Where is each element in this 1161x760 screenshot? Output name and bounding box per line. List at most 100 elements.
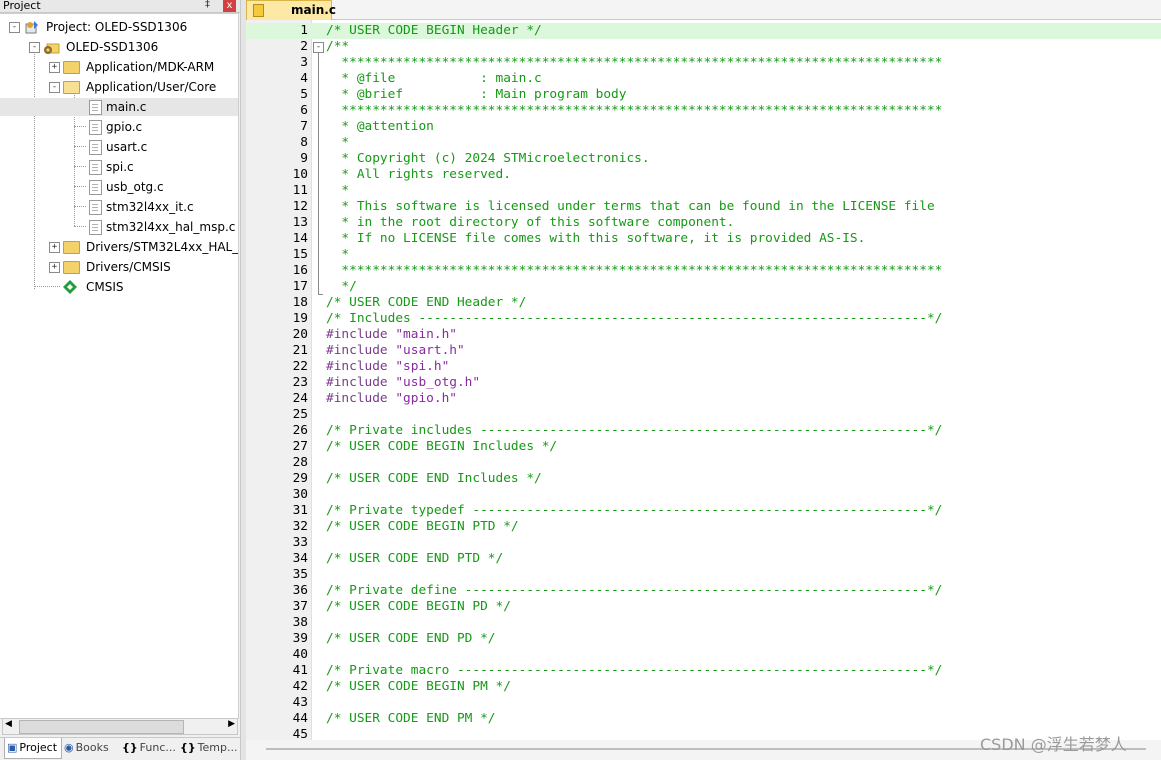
code-line: 15 * (246, 247, 1161, 263)
code-token: "usb_otg.h" (395, 375, 481, 390)
code-token: * This software is licensed under terms … (326, 199, 935, 214)
tree-item-label: CMSIS (86, 280, 124, 294)
code-token: /* USER CODE BEGIN PTD */ (326, 519, 519, 534)
project-tree-scrollbar[interactable]: ◀ ▶ (2, 718, 238, 735)
code-line: 11 * (246, 183, 1161, 199)
tab-main-c[interactable]: main.c (246, 0, 336, 20)
code-line: 44 /* USER CODE END PM */ (246, 711, 1161, 727)
close-panel-button[interactable]: x (223, 0, 236, 12)
tree-item[interactable]: - OLED-SSD1306 (0, 38, 238, 56)
tree-item[interactable]: CMSIS (0, 278, 238, 296)
line-number: 14 (292, 231, 308, 246)
code-text: * Copyright (c) 2024 STMicroelectronics. (326, 151, 649, 167)
line-number: 17 (292, 279, 308, 294)
tree-item[interactable]: stm32l4xx_hal_msp.c (0, 218, 238, 236)
tree-item[interactable]: + Application/MDK-ARM (0, 58, 238, 76)
line-number: 28 (292, 455, 308, 470)
panel-tab[interactable]: ◉ Books (62, 738, 118, 758)
pin-icon[interactable]: ‡ (205, 0, 210, 10)
code-line: 39 /* USER CODE END PD */ (246, 631, 1161, 647)
c-file-icon (89, 220, 102, 235)
template-icon: {} (180, 741, 196, 754)
code-token: /* Private define ----------------------… (326, 583, 943, 598)
tree-item-label: stm32l4xx_it.c (106, 200, 194, 214)
expand-icon[interactable]: + (49, 242, 60, 253)
code-token: * If no LICENSE file comes with this sof… (326, 231, 866, 246)
braces-icon: {} (122, 741, 138, 754)
code-text: /* USER CODE END PTD */ (326, 551, 503, 567)
tree-item[interactable]: spi.c (0, 158, 238, 176)
panel-tab-label: Project (19, 741, 58, 754)
line-number: 7 (300, 119, 308, 134)
expand-icon[interactable]: + (49, 262, 60, 273)
code-line: 12 * This software is licensed under ter… (246, 199, 1161, 215)
c-file-icon (89, 160, 102, 175)
scroll-right-icon[interactable]: ▶ (228, 719, 235, 729)
code-line: 30 (246, 487, 1161, 503)
code-text: ****************************************… (326, 263, 942, 279)
code-token: * All rights reserved. (326, 167, 511, 182)
tree-item[interactable]: gpio.c (0, 118, 238, 136)
code-token: /* USER CODE END PM */ (326, 711, 496, 726)
line-number: 4 (300, 71, 308, 86)
code-editor[interactable]: 1/* USER CODE BEGIN Header */2-/** 3 ****… (246, 20, 1161, 740)
code-text: /* Private define ----------------------… (326, 583, 942, 599)
code-text: /* USER CODE END PD */ (326, 631, 496, 647)
code-text: * @brief : Main program body (326, 87, 626, 103)
panel-tab[interactable]: {} Temp... (178, 738, 238, 758)
line-number: 16 (292, 263, 308, 278)
code-token: * (326, 247, 350, 262)
code-line: 33 (246, 535, 1161, 551)
code-token: ****************************************… (326, 55, 943, 70)
collapse-icon[interactable]: - (29, 42, 40, 53)
code-text: #include "usb_otg.h" (326, 375, 480, 391)
line-number: 35 (292, 567, 308, 582)
tree-item[interactable]: stm32l4xx_it.c (0, 198, 238, 216)
code-text: * (326, 183, 349, 199)
code-line: 4 * @file : main.c (246, 71, 1161, 87)
line-number: 38 (292, 615, 308, 630)
line-number: 40 (292, 647, 308, 662)
code-text: * (326, 135, 349, 151)
code-token: #include (326, 375, 396, 390)
scroll-left-icon[interactable]: ◀ (5, 719, 12, 729)
tree-item-label: Project: OLED-SSD1306 (46, 20, 188, 34)
collapse-icon[interactable]: - (49, 82, 60, 93)
panel-tab[interactable]: {} Func... (120, 738, 176, 758)
code-text: ****************************************… (326, 55, 942, 71)
tree-item[interactable]: - Application/User/Core (0, 78, 238, 96)
line-number: 27 (292, 439, 308, 454)
tree-item[interactable]: usb_otg.c (0, 178, 238, 196)
project-panel-header: Project ‡ x (0, 0, 240, 13)
code-line: 41 /* Private macro ---------------------… (246, 663, 1161, 679)
code-line: 40 (246, 647, 1161, 663)
code-token: /* Private typedef ---------------------… (326, 503, 943, 518)
code-text: /* Private includes --------------------… (326, 423, 942, 439)
code-token: /* USER CODE BEGIN PM */ (326, 679, 511, 694)
fold-toggle-icon[interactable]: - (313, 42, 324, 53)
collapse-icon[interactable]: - (9, 22, 20, 33)
tree-item[interactable]: main.c (0, 98, 238, 116)
tree-item[interactable]: usart.c (0, 138, 238, 156)
tree-item[interactable]: + Drivers/STM32L4xx_HAL_Driv (0, 238, 238, 256)
line-number: 45 (292, 727, 308, 740)
code-line: 20 #include "main.h" (246, 327, 1161, 343)
panel-tab[interactable]: ▣ Project (4, 738, 62, 759)
project-icon (24, 20, 38, 34)
tab-label: main.c (291, 3, 336, 17)
scrollbar-thumb[interactable] (19, 720, 184, 734)
code-line: 7 * @attention (246, 119, 1161, 135)
code-line: 43 (246, 695, 1161, 711)
tree-item[interactable]: + Drivers/CMSIS (0, 258, 238, 276)
c-file-icon (89, 140, 102, 155)
target-icon (43, 40, 60, 54)
code-text: /* USER CODE BEGIN PD */ (326, 599, 511, 615)
tree-item[interactable]: - Project: OLED-SSD1306 (0, 18, 238, 36)
expand-icon[interactable]: + (49, 62, 60, 73)
code-line: 26 /* Private includes ------------------… (246, 423, 1161, 439)
tree-item-label: main.c (106, 100, 147, 114)
line-number: 39 (292, 631, 308, 646)
code-line: 9 * Copyright (c) 2024 STMicroelectronic… (246, 151, 1161, 167)
line-number: 3 (300, 55, 308, 70)
line-number: 36 (292, 583, 308, 598)
